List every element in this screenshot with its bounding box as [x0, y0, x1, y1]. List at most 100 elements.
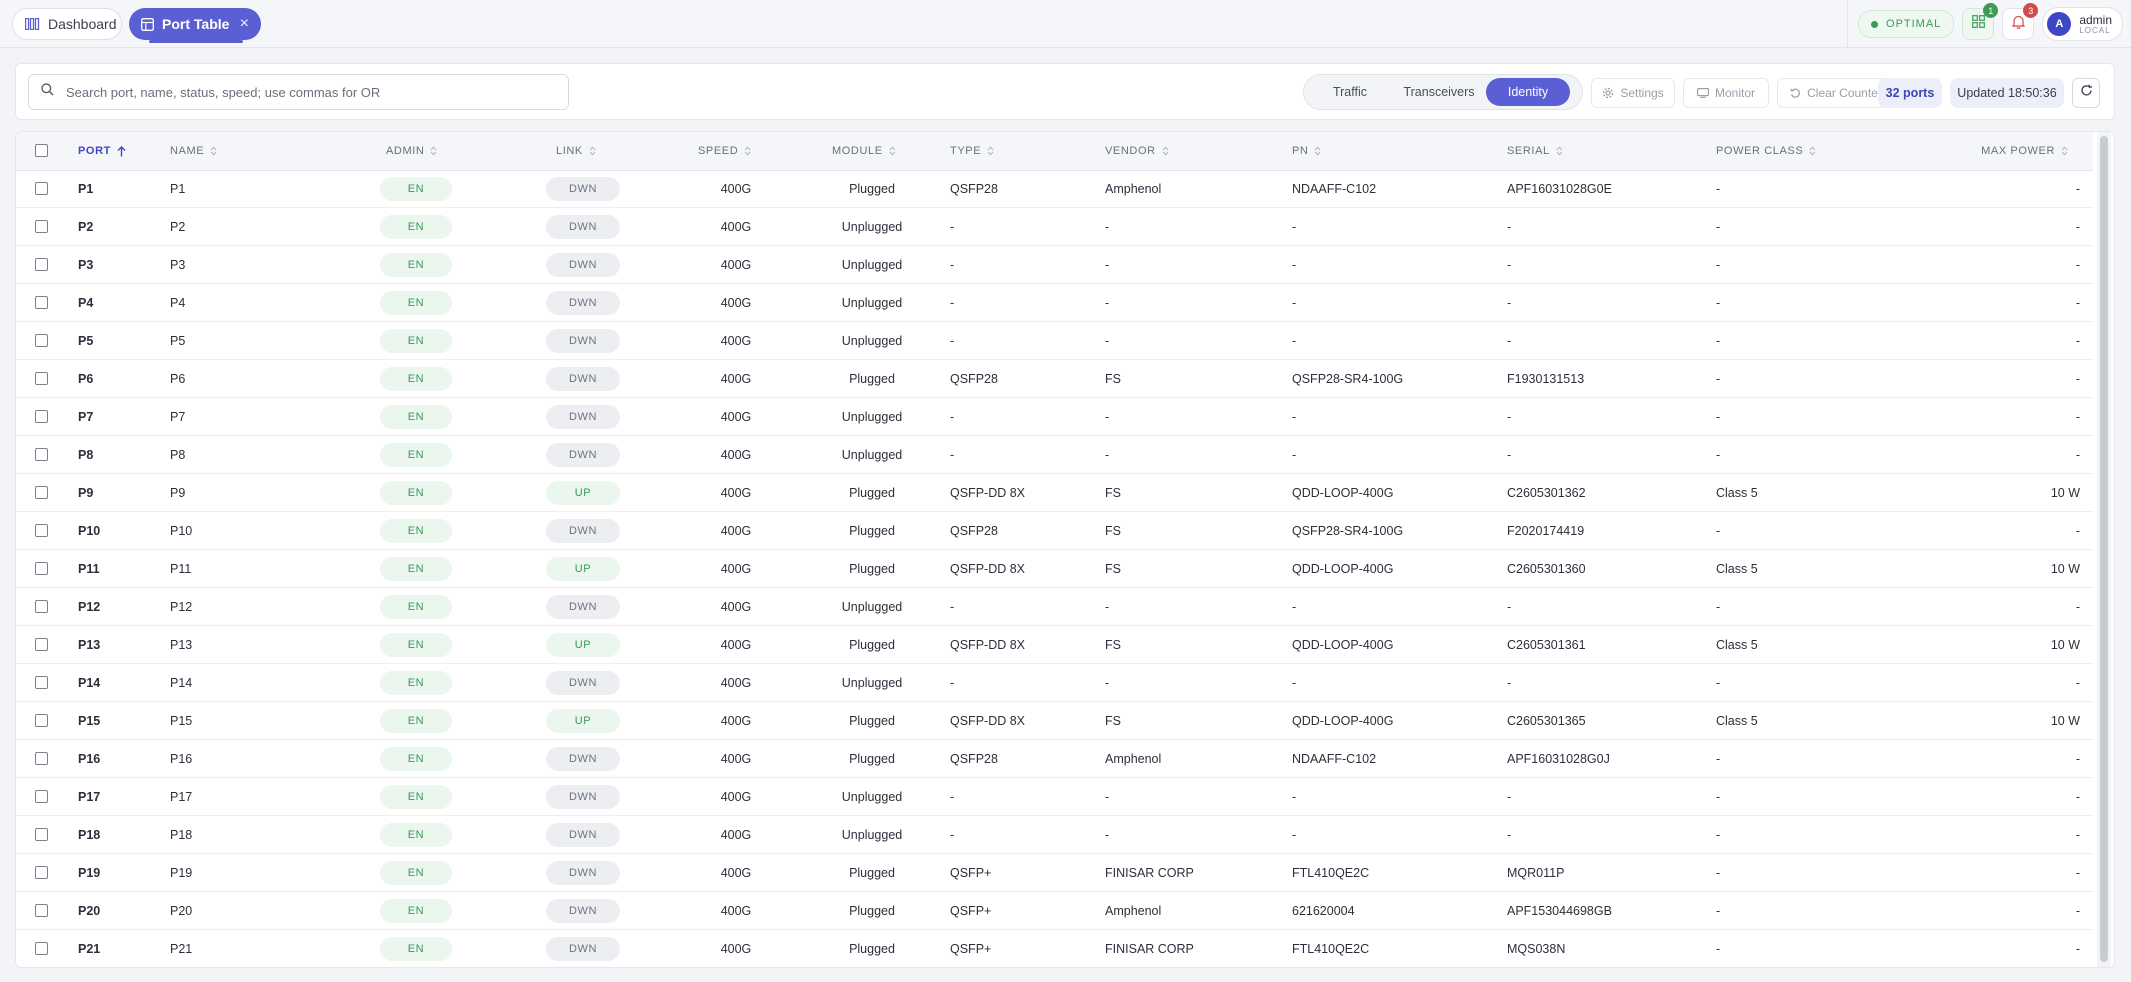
table-row[interactable]: P7 P7 EN DWN 400G Unplugged - - - - - -: [16, 398, 2093, 436]
table-row[interactable]: P9 P9 EN UP 400G Plugged QSFP-DD 8X FS QDD-LOOP-…: [16, 474, 2093, 512]
table-row[interactable]: P21 P21 EN DWN 400G Plugged QSFP+ FINISAR CORP F…: [16, 930, 2093, 967]
table-row[interactable]: P13 P13 EN UP 400G Plugged QSFP-DD 8X FS QDD-LOO…: [16, 626, 2093, 664]
monitor-button[interactable]: Monitor: [1683, 78, 1769, 108]
row-checkbox[interactable]: [35, 410, 48, 423]
link-status-badge: DWN: [546, 176, 620, 201]
view-traffic-button[interactable]: Traffic: [1308, 78, 1392, 106]
table-row[interactable]: P8 P8 EN DWN 400G Unplugged - - - - - -: [16, 436, 2093, 474]
refresh-button[interactable]: [2072, 78, 2100, 108]
row-checkbox[interactable]: [35, 866, 48, 879]
settings-button[interactable]: Settings: [1591, 78, 1675, 108]
row-checkbox[interactable]: [35, 372, 48, 385]
row-checkbox[interactable]: [35, 296, 48, 309]
col-admin-cell: EN: [372, 626, 460, 663]
header-name[interactable]: NAME: [170, 132, 217, 170]
header-type[interactable]: TYPE: [950, 132, 994, 170]
table-row[interactable]: P16 P16 EN DWN 400G Plugged QSFP28 Amphenol NDAA…: [16, 740, 2093, 778]
row-checkbox[interactable]: [35, 790, 48, 803]
col-port-cell: P1: [78, 181, 94, 196]
view-transceivers-button[interactable]: Transceivers: [1392, 78, 1486, 106]
row-checkbox[interactable]: [35, 600, 48, 613]
table-row[interactable]: P14 P14 EN DWN 400G Unplugged - - - - - -: [16, 664, 2093, 702]
row-checkbox[interactable]: [35, 942, 48, 955]
search-input[interactable]: [64, 83, 556, 101]
col-pn-cell: QDD-LOOP-400G: [1292, 561, 1394, 576]
table-row[interactable]: P4 P4 EN DWN 400G Unplugged - - - - - -: [16, 284, 2093, 322]
table-row[interactable]: P12 P12 EN DWN 400G Unplugged - - - - - -: [16, 588, 2093, 626]
row-checkbox[interactable]: [35, 828, 48, 841]
col-pn-cell: QDD-LOOP-400G: [1292, 485, 1394, 500]
table-row[interactable]: P17 P17 EN DWN 400G Unplugged - - - - - -: [16, 778, 2093, 816]
scrollbar-thumb[interactable]: [2100, 136, 2108, 962]
link-status-badge: DWN: [546, 252, 620, 277]
table-row[interactable]: P1 P1 EN DWN 400G Plugged QSFP28 Amphenol NDAAFF…: [16, 170, 2093, 208]
row-checkbox[interactable]: [35, 334, 48, 347]
tab-dashboard[interactable]: Dashboard: [12, 8, 122, 40]
col-name-cell: P21: [170, 941, 193, 956]
table-row[interactable]: P18 P18 EN DWN 400G Unplugged - - - - - -: [16, 816, 2093, 854]
row-checkbox[interactable]: [35, 220, 48, 233]
col-pn-cell: QSFP28-SR4-100G: [1292, 523, 1404, 538]
header-port[interactable]: PORT: [78, 132, 126, 170]
notifications-button[interactable]: 3: [2002, 3, 2039, 40]
header-pn[interactable]: PN: [1292, 132, 1321, 170]
header-speed[interactable]: SPEED: [698, 132, 751, 170]
header-serial[interactable]: SERIAL: [1507, 132, 1563, 170]
row-checkbox[interactable]: [35, 448, 48, 461]
search-box[interactable]: [28, 74, 569, 110]
row-checkbox[interactable]: [35, 676, 48, 689]
table-row[interactable]: P10 P10 EN DWN 400G Plugged QSFP28 FS QSFP28-SR4…: [16, 512, 2093, 550]
col-speed-cell: 400G: [720, 333, 752, 348]
close-tab-icon[interactable]: ×: [240, 15, 249, 33]
col-type-cell: QSFP28: [950, 181, 998, 196]
table-header: PORT NAME ADMIN LINK SPEED MODULE TYPE VENDOR PN…: [16, 132, 2093, 171]
col-speed-cell: 400G: [720, 485, 752, 500]
row-checkbox[interactable]: [35, 182, 48, 195]
divider: [1847, 0, 1849, 48]
table-row[interactable]: P6 P6 EN DWN 400G Plugged QSFP28 FS QSFP28-SR4-1…: [16, 360, 2093, 398]
row-checkbox[interactable]: [35, 904, 48, 917]
header-vendor[interactable]: VENDOR: [1105, 132, 1169, 170]
header-max-power[interactable]: MAX POWER: [1916, 132, 2068, 170]
col-serial-cell: C2605301362: [1507, 485, 1586, 500]
user-menu[interactable]: A admin LOCAL: [2042, 7, 2123, 41]
row-checkbox[interactable]: [35, 562, 48, 575]
header-link[interactable]: LINK: [556, 132, 596, 170]
col-link-cell: UP: [536, 474, 630, 511]
col-speed-cell: 400G: [720, 295, 752, 310]
col-serial-cell: APF153044698GB: [1507, 903, 1612, 918]
vertical-scrollbar[interactable]: [2097, 132, 2111, 967]
col-link-cell: DWN: [536, 854, 630, 891]
col-link-cell: UP: [536, 550, 630, 587]
col-module-cell: Plugged: [849, 561, 895, 576]
col-serial-cell: MQS038N: [1507, 941, 1566, 956]
table-row[interactable]: P5 P5 EN DWN 400G Unplugged - - - - - -: [16, 322, 2093, 360]
table-row[interactable]: P3 P3 EN DWN 400G Unplugged - - - - - -: [16, 246, 2093, 284]
view-identity-button[interactable]: Identity: [1486, 78, 1570, 106]
col-vendor-cell: -: [1105, 219, 1110, 234]
sort-icon: [1314, 146, 1321, 156]
row-checkbox[interactable]: [35, 714, 48, 727]
header-label: TYPE: [950, 145, 982, 157]
row-checkbox[interactable]: [35, 258, 48, 271]
col-pn-cell: -: [1292, 333, 1297, 348]
table-row[interactable]: P20 P20 EN DWN 400G Plugged QSFP+ Amphenol 62162…: [16, 892, 2093, 930]
col-power-class-cell: -: [1716, 447, 1721, 462]
col-max-power-cell: -: [2075, 523, 2080, 538]
row-checkbox[interactable]: [35, 486, 48, 499]
select-all-checkbox[interactable]: [35, 144, 48, 157]
table-row[interactable]: P11 P11 EN UP 400G Plugged QSFP-DD 8X FS QDD-LOO…: [16, 550, 2093, 588]
row-checkbox[interactable]: [35, 638, 48, 651]
tab-port-table[interactable]: Port Table ×: [129, 8, 261, 40]
table-row[interactable]: P19 P19 EN DWN 400G Plugged QSFP+ FINISAR CORP F…: [16, 854, 2093, 892]
col-power-class-cell: -: [1716, 523, 1721, 538]
table-row[interactable]: P2 P2 EN DWN 400G Unplugged - - - - - -: [16, 208, 2093, 246]
col-admin-cell: EN: [372, 398, 460, 435]
row-checkbox[interactable]: [35, 752, 48, 765]
table-row[interactable]: P15 P15 EN UP 400G Plugged QSFP-DD 8X FS QDD-LOO…: [16, 702, 2093, 740]
header-module[interactable]: MODULE: [832, 132, 896, 170]
header-admin[interactable]: ADMIN: [386, 132, 437, 170]
row-checkbox[interactable]: [35, 524, 48, 537]
layout-button[interactable]: 1: [1962, 3, 1999, 40]
header-power-class[interactable]: POWER CLASS: [1716, 132, 1816, 170]
